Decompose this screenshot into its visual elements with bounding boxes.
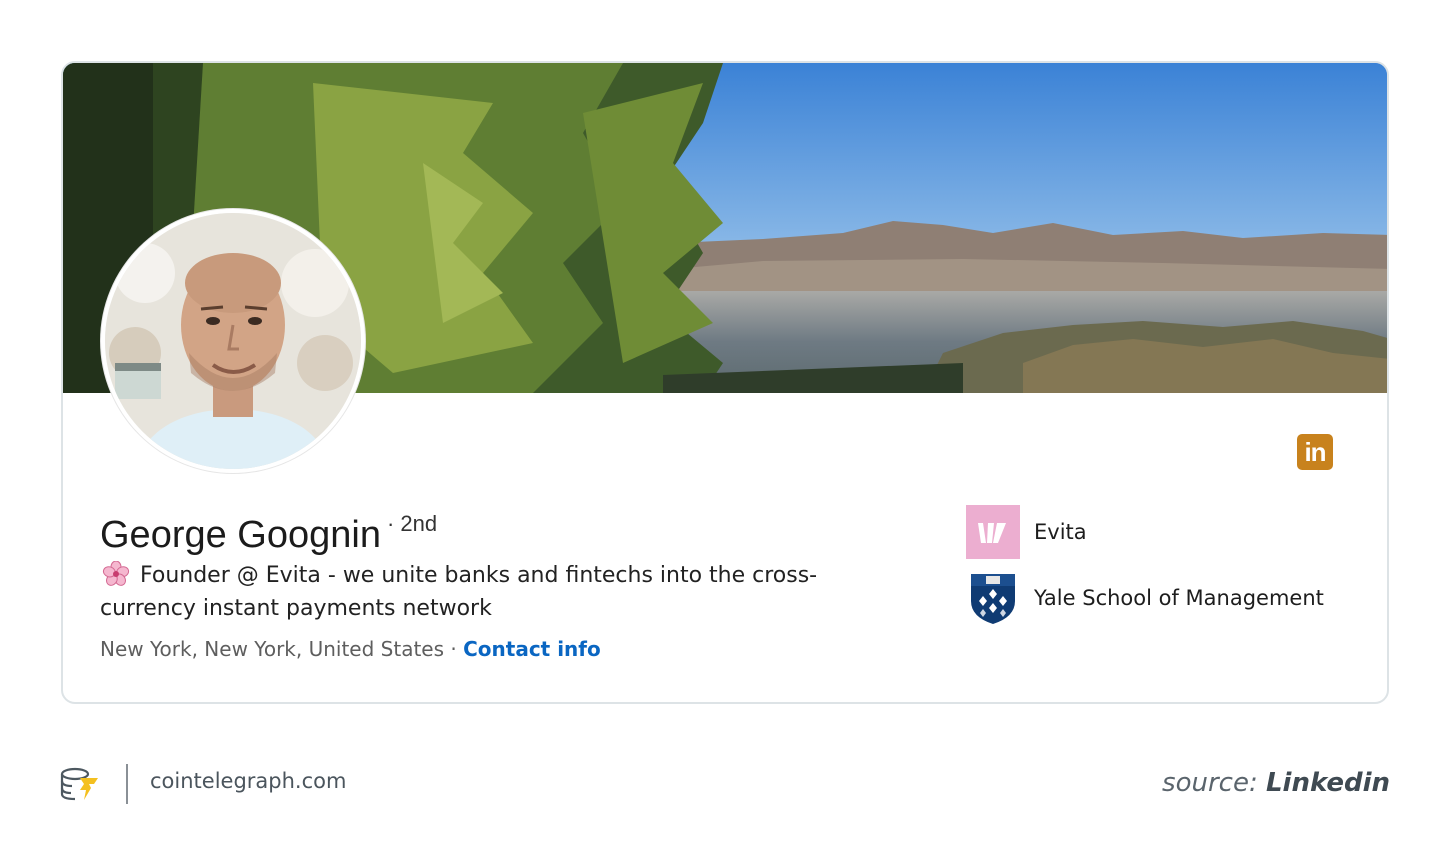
footer-source: source: Linkedin xyxy=(1162,768,1390,798)
org-name-evita: Evita xyxy=(1034,520,1087,544)
org-item-yale[interactable]: Yale School of Management xyxy=(966,571,1324,625)
avatar-portrait-illustration xyxy=(105,213,361,469)
linkedin-icon-text: in xyxy=(1304,437,1326,467)
connection-degree: · 2nd xyxy=(386,511,438,536)
linkedin-icon[interactable]: in xyxy=(1297,434,1333,470)
org-name-yale: Yale School of Management xyxy=(1034,586,1324,610)
profile-headline-text: Founder @ Evita - we unite banks and fin… xyxy=(100,563,818,621)
footer-site-link[interactable]: cointelegraph.com xyxy=(150,769,346,793)
profile-headline: Founder @ Evita - we unite banks and fin… xyxy=(100,559,900,625)
footer-source-name: Linkedin xyxy=(1265,768,1390,798)
cherry-blossom-icon xyxy=(102,561,130,586)
contact-info-link[interactable]: Contact info xyxy=(463,637,601,661)
profile-name[interactable]: George Goognin xyxy=(100,514,381,556)
profile-location: New York, New York, United States · xyxy=(100,637,457,661)
profile-name-row: George Goognin · 2nd xyxy=(100,511,437,557)
footer-source-prefix: source: xyxy=(1162,768,1258,798)
cointelegraph-logo-icon[interactable] xyxy=(58,764,102,804)
yale-shield-logo-icon xyxy=(971,574,1015,624)
footer-divider xyxy=(126,764,128,804)
profile-avatar[interactable] xyxy=(101,209,365,473)
evita-logo-icon xyxy=(966,505,1020,559)
org-item-evita[interactable]: Evita xyxy=(966,505,1087,559)
profile-card: in George Goognin · 2nd Founder @ Evita -… xyxy=(61,61,1389,704)
profile-location-row: New York, New York, United States · Cont… xyxy=(100,637,601,661)
